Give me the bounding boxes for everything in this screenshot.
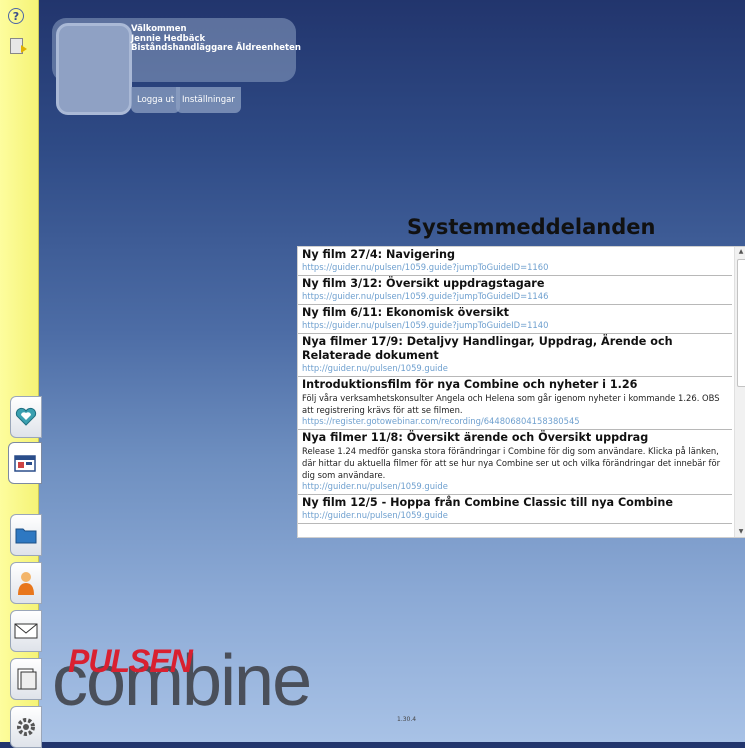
scrollbar[interactable]: ▲ ▼ <box>734 247 745 537</box>
message-title: Ny film 12/5 - Hoppa från Combine Classi… <box>302 496 673 509</box>
message-title: Ny film 3/12: Översikt uppdragstagare <box>302 277 545 290</box>
sidebar-person-button[interactable] <box>10 562 42 604</box>
document-export-icon[interactable] <box>6 36 27 56</box>
scroll-thumb[interactable] <box>737 259 745 387</box>
folder-icon <box>15 528 37 544</box>
message-link[interactable]: https://guider.nu/pulsen/1059.guide?jump… <box>302 291 728 302</box>
message-link[interactable]: http://guider.nu/pulsen/1059.guide <box>302 363 728 374</box>
sidebar-document-button[interactable] <box>10 658 42 700</box>
scroll-up-arrow-icon[interactable]: ▲ <box>735 247 745 257</box>
message-item: Introduktionsfilm för nya Combine och ny… <box>298 377 732 430</box>
sidebar-envelope-button[interactable] <box>10 610 42 652</box>
help-icon[interactable]: ? <box>8 8 24 24</box>
message-link[interactable]: https://register.gotowebinar.com/recordi… <box>302 416 728 427</box>
logout-button[interactable]: Logga ut <box>131 87 181 113</box>
gear-icon <box>17 718 35 736</box>
scroll-down-arrow-icon[interactable]: ▼ <box>735 527 745 537</box>
version-label: 1.30.4 <box>397 716 417 723</box>
avatar <box>56 23 132 115</box>
message-link[interactable]: https://guider.nu/pulsen/1059.guide?jump… <box>302 262 728 273</box>
message-title: Ny film 27/4: Navigering <box>302 248 455 261</box>
message-item: Ny film 12/5 - Hoppa från Combine Classi… <box>298 495 732 524</box>
person-icon <box>18 572 34 595</box>
settings-button[interactable]: Inställningar <box>176 87 241 113</box>
heart-icon <box>15 407 37 426</box>
message-item: Nya filmer 11/8: Översikt ärende och Öve… <box>298 430 732 495</box>
message-link[interactable]: https://guider.nu/pulsen/1059.guide?jump… <box>302 320 728 331</box>
logo-pulsen: PULSEN <box>68 643 193 679</box>
message-link[interactable]: http://guider.nu/pulsen/1059.guide <box>302 510 728 521</box>
user-role: Biståndshandläggare Äldreenheten <box>131 43 301 53</box>
message-item: Nya filmer 17/9: Detaljvy Handlingar, Up… <box>298 334 732 377</box>
document-icon <box>17 668 37 690</box>
message-item: Ny film 3/12: Översikt uppdragstagare htt… <box>298 276 732 305</box>
message-item: Ny film 6/11: Ekonomisk översikt https://… <box>298 305 732 334</box>
message-title: Introduktionsfilm för nya Combine och ny… <box>302 378 638 391</box>
message-body: Följ våra verksamhetskonsulter Angela oc… <box>302 393 720 415</box>
message-link[interactable]: http://guider.nu/pulsen/1059.guide <box>302 481 728 492</box>
left-sidebar: ? <box>0 0 42 748</box>
message-title: Nya filmer 17/9: Detaljvy Handlingar, Up… <box>302 335 673 362</box>
message-body: Release 1.24 medför ganska stora förändr… <box>302 446 721 480</box>
message-title: Nya filmer 11/8: Översikt ärende och Öve… <box>302 431 649 444</box>
message-item: Ny film 27/4: Navigering https://guider.n… <box>298 247 732 276</box>
sidebar-calendar-button[interactable] <box>8 442 42 484</box>
system-messages-panel[interactable]: Ny film 27/4: Navigering https://guider.n… <box>297 246 745 538</box>
envelope-icon <box>14 623 38 639</box>
sidebar-heart-button[interactable] <box>10 396 42 438</box>
welcome-text: Välkommen Jennie Hedbäck Biståndshandläg… <box>131 24 301 54</box>
sidebar-folder-button[interactable] <box>10 514 42 556</box>
calendar-icon <box>14 455 36 472</box>
message-title: Ny film 6/11: Ekonomisk översikt <box>302 306 510 319</box>
system-messages-title: Systemmeddelanden <box>407 215 656 239</box>
message-list: Ny film 27/4: Navigering https://guider.n… <box>298 247 732 524</box>
